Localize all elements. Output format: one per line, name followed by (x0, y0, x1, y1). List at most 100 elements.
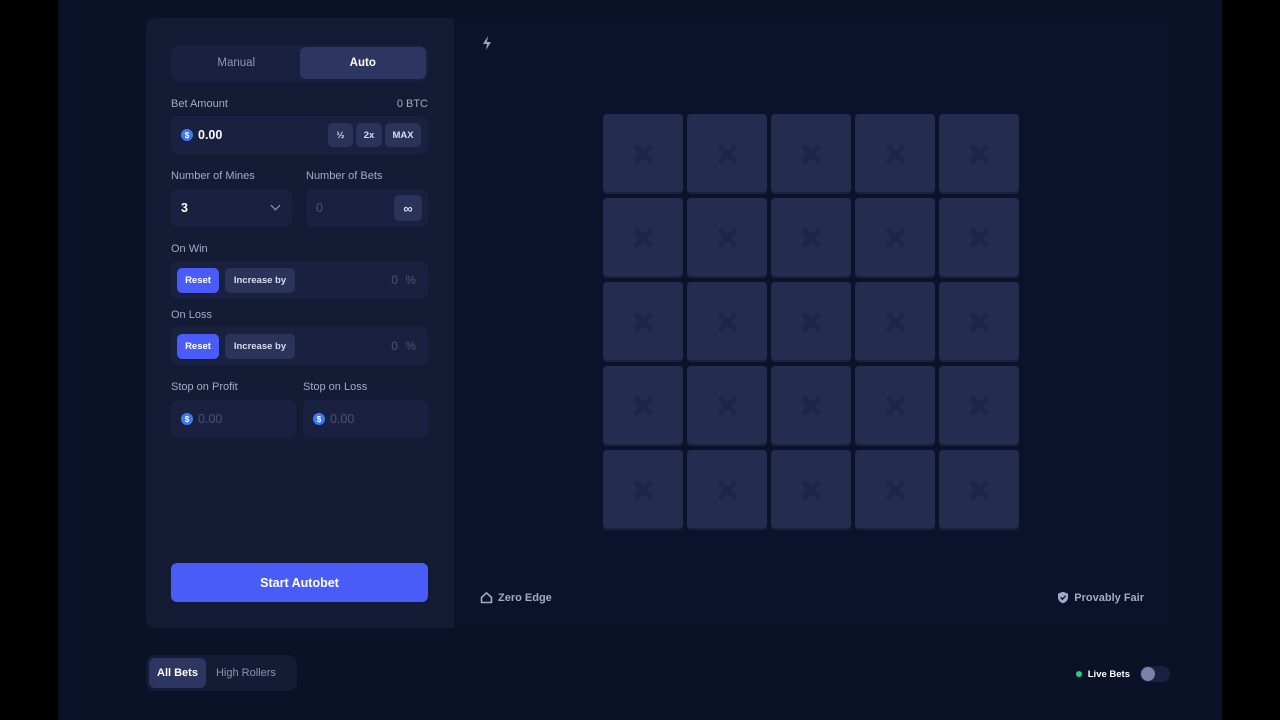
live-indicator-dot (1075, 671, 1082, 677)
mine-tile[interactable] (771, 366, 851, 446)
x-icon (799, 226, 823, 250)
tab-high-rollers[interactable]: High Rollers (208, 658, 284, 688)
on-loss-reset-button[interactable]: Reset (177, 333, 219, 359)
bets-count-input[interactable]: 0 (316, 201, 323, 215)
provably-fair-link[interactable]: Provably Fair (1057, 591, 1144, 604)
on-loss-percent[interactable]: 0 % (391, 339, 416, 353)
mine-tile[interactable] (603, 366, 683, 446)
mine-tile[interactable] (687, 198, 767, 278)
stop-loss-label: Stop on Loss (303, 381, 368, 393)
bet-amount-input[interactable]: 0.00 (198, 128, 222, 142)
zero-edge-label: Zero Edge (498, 591, 552, 604)
start-autobet-button[interactable]: Start Autobet (171, 563, 428, 602)
stop-profit-input[interactable]: 0.00 (198, 412, 222, 426)
mine-tile[interactable] (855, 114, 935, 194)
on-loss-increase-button[interactable]: Increase by (225, 333, 295, 359)
x-icon (799, 310, 823, 334)
x-icon (967, 478, 991, 502)
x-icon (883, 394, 907, 418)
mines-select[interactable]: 3 (171, 189, 292, 227)
x-icon (631, 310, 655, 334)
provably-fair-label: Provably Fair (1074, 591, 1144, 604)
house-icon (480, 592, 493, 604)
x-icon (883, 478, 907, 502)
mines-board: Zero Edge Provably Fair (454, 18, 1168, 628)
mine-tile[interactable] (687, 366, 767, 446)
x-icon (883, 226, 907, 250)
lightning-icon[interactable] (480, 35, 494, 51)
x-icon (631, 226, 655, 250)
mine-tile[interactable] (603, 198, 683, 278)
live-bets-toggle[interactable] (1140, 666, 1170, 682)
tab-auto[interactable]: Auto (299, 47, 426, 79)
x-icon (715, 478, 739, 502)
bets-tabs: All Bets High Rollers (146, 655, 297, 691)
bet-amount-label: Bet Amount (171, 98, 228, 110)
bets-count-field[interactable]: 0 ∞ (306, 189, 428, 227)
live-bets-label: Live Bets (1087, 668, 1130, 680)
tab-manual[interactable]: Manual (173, 47, 300, 79)
on-win-reset-button[interactable]: Reset (177, 267, 219, 293)
zero-edge-link[interactable]: Zero Edge (480, 591, 552, 604)
mine-tile[interactable] (939, 198, 1019, 278)
mine-tile[interactable] (603, 450, 683, 530)
on-loss-field: Reset Increase by 0 % (171, 327, 428, 365)
x-icon (799, 394, 823, 418)
mine-tile[interactable] (855, 450, 935, 530)
half-bet-button[interactable]: ½ (328, 123, 353, 147)
mine-tile[interactable] (855, 198, 935, 278)
percent-sign: % (405, 339, 416, 353)
mine-tile[interactable] (687, 450, 767, 530)
mine-tile[interactable] (939, 366, 1019, 446)
on-loss-value: 0 (391, 339, 398, 353)
dollar-coin-icon: $ (181, 413, 193, 425)
mine-tile[interactable] (771, 450, 851, 530)
infinite-button[interactable]: ∞ (394, 195, 422, 221)
on-win-percent[interactable]: 0 % (391, 273, 416, 287)
stop-profit-field[interactable]: $ 0.00 (171, 400, 296, 438)
mine-tile[interactable] (939, 282, 1019, 362)
game-card: Manual Auto Bet Amount 0 BTC $ 0.00 ½ 2x… (146, 18, 1168, 628)
x-icon (967, 310, 991, 334)
x-icon (799, 142, 823, 166)
mine-tile[interactable] (855, 282, 935, 362)
mine-tile[interactable] (771, 114, 851, 194)
mines-label: Number of Mines (171, 170, 255, 182)
bets-count-label: Number of Bets (306, 170, 383, 182)
on-win-increase-button[interactable]: Increase by (225, 267, 295, 293)
on-loss-label: On Loss (171, 309, 212, 321)
stop-loss-input[interactable]: 0.00 (330, 412, 354, 426)
x-icon (967, 394, 991, 418)
live-bets-control: Live Bets (1075, 666, 1170, 682)
x-icon (715, 394, 739, 418)
bet-sidebar: Manual Auto Bet Amount 0 BTC $ 0.00 ½ 2x… (146, 18, 454, 628)
x-icon (631, 478, 655, 502)
bet-amount-field: $ 0.00 ½ 2x MAX (171, 116, 428, 154)
mines-value: 3 (181, 201, 188, 215)
mine-tile[interactable] (855, 366, 935, 446)
mine-tile[interactable] (603, 114, 683, 194)
toggle-knob (1141, 667, 1155, 681)
max-bet-button[interactable]: MAX (385, 123, 421, 147)
mine-tile[interactable] (687, 282, 767, 362)
double-bet-button[interactable]: 2x (356, 123, 382, 147)
dollar-coin-icon: $ (181, 129, 193, 141)
stop-loss-field[interactable]: $ 0.00 (303, 400, 428, 438)
x-icon (631, 142, 655, 166)
x-icon (631, 394, 655, 418)
tile-grid (603, 114, 1019, 530)
mine-tile[interactable] (771, 282, 851, 362)
mode-tabs: Manual Auto (171, 45, 428, 81)
mine-tile[interactable] (939, 114, 1019, 194)
mine-tile[interactable] (603, 282, 683, 362)
chevron-down-icon (270, 200, 281, 211)
tab-all-bets[interactable]: All Bets (149, 658, 206, 688)
mine-tile[interactable] (771, 198, 851, 278)
x-icon (967, 226, 991, 250)
mine-tile[interactable] (687, 114, 767, 194)
on-win-label: On Win (171, 243, 208, 255)
mine-tile[interactable] (939, 450, 1019, 530)
shield-check-icon (1058, 591, 1069, 604)
percent-sign: % (405, 273, 416, 287)
x-icon (715, 142, 739, 166)
